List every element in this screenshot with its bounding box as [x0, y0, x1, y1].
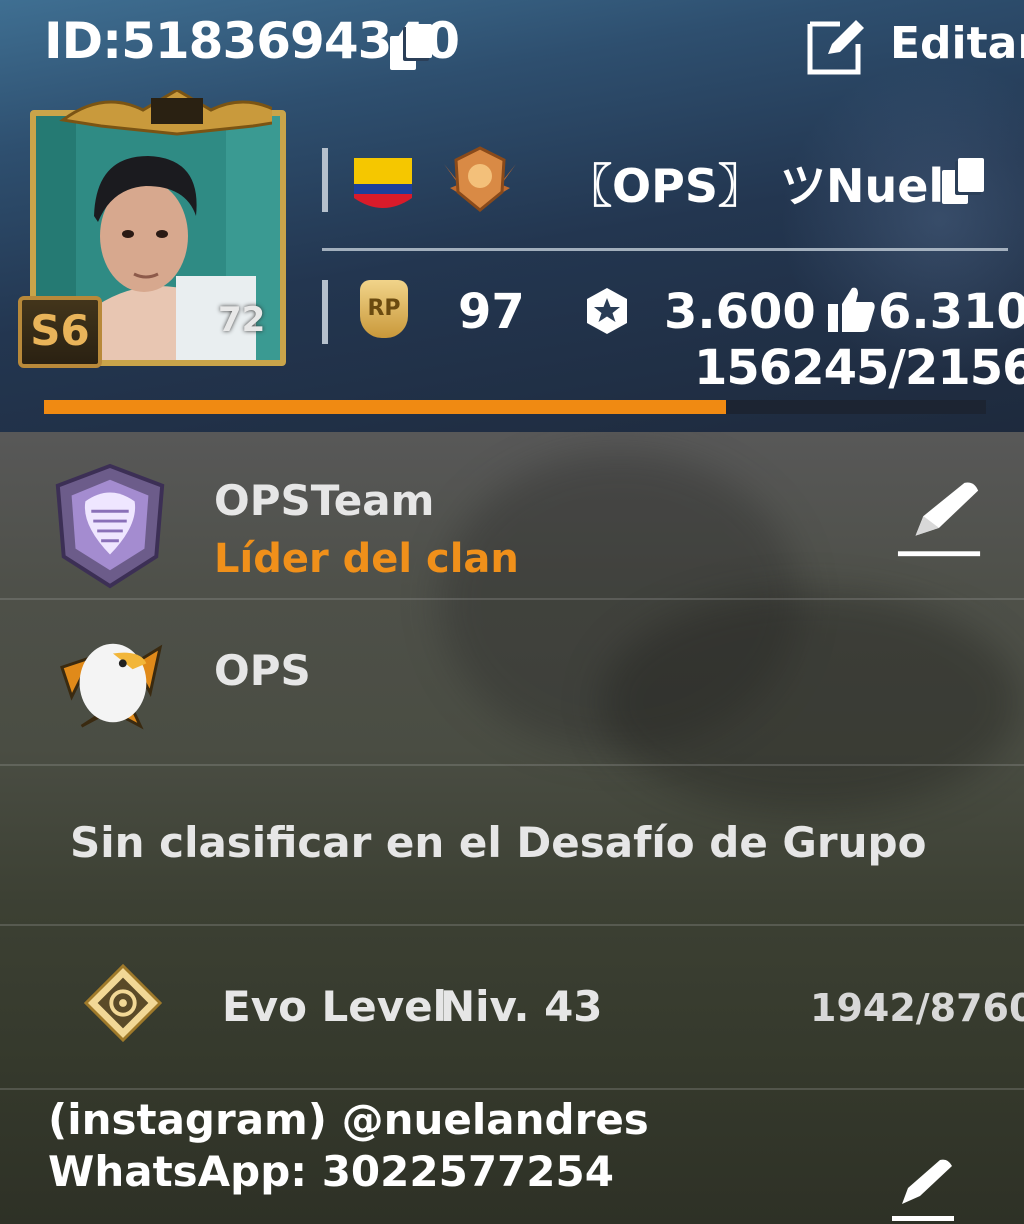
crew-eagle-icon	[60, 643, 163, 730]
frame-crest-icon	[59, 90, 272, 136]
season-badge: S6	[18, 296, 102, 368]
player-level: 72	[218, 300, 266, 340]
clan-name: OPSTeam	[214, 476, 435, 525]
edit-bio-icon[interactable]	[890, 1158, 960, 1222]
divider-bar	[322, 148, 328, 212]
thumbs-up-icon[interactable]	[826, 284, 876, 334]
edit-label: Editar	[890, 18, 1024, 69]
evo-level-row[interactable]: Evo Level Niv. 43 1942/8760	[0, 926, 1024, 1090]
popularity-value: 3.600	[664, 284, 816, 340]
rank-emblem-icon[interactable]	[440, 144, 520, 214]
bio-text: (instagram) @nuelandres WhatsApp: 302257…	[48, 1095, 649, 1196]
evo-level-icon	[84, 964, 162, 1042]
player-name: 〖OPS〗 ツNuel	[566, 159, 945, 213]
edit-button[interactable]: Editar	[806, 12, 1024, 78]
divider-bar	[322, 280, 328, 344]
copy-id-icon[interactable]	[390, 24, 436, 74]
evo-level-value: Niv. 43	[440, 982, 603, 1031]
evo-level-label: Evo Level	[222, 982, 448, 1031]
colombia-flag-icon	[354, 158, 412, 208]
group-challenge-row[interactable]: Sin clasificar en el Desafío de Grupo	[0, 766, 1024, 926]
profile-header: ID:5183694340 Editar 72 S6	[0, 0, 1024, 432]
royale-pass-level: 97	[458, 284, 525, 340]
likes-value: 6.310	[878, 284, 1024, 340]
crew-name: OPS	[214, 646, 311, 695]
xp-progress-bar	[44, 400, 986, 414]
profile-details: OPSTeam Líder del clan OPS Sin clasifica…	[0, 432, 1024, 1224]
royale-pass-icon: RP	[360, 280, 408, 338]
copy-name-icon[interactable]	[942, 158, 988, 208]
edit-clan-icon[interactable]	[896, 480, 984, 560]
crew-row[interactable]: OPS	[0, 600, 1024, 766]
evo-level-progress: 1942/8760	[810, 986, 1024, 1030]
xp-progress-fill	[44, 400, 727, 414]
clan-row[interactable]: OPSTeam Líder del clan	[0, 432, 1024, 600]
edit-icon	[807, 20, 864, 75]
group-challenge-status: Sin clasificar en el Desafío de Grupo	[70, 818, 927, 867]
popularity-icon	[587, 288, 627, 334]
clan-emblem-icon	[55, 463, 165, 589]
header-divider	[322, 248, 1008, 251]
clan-role: Líder del clan	[214, 536, 519, 582]
xp-progress-text: 156245/215690	[694, 340, 1024, 396]
